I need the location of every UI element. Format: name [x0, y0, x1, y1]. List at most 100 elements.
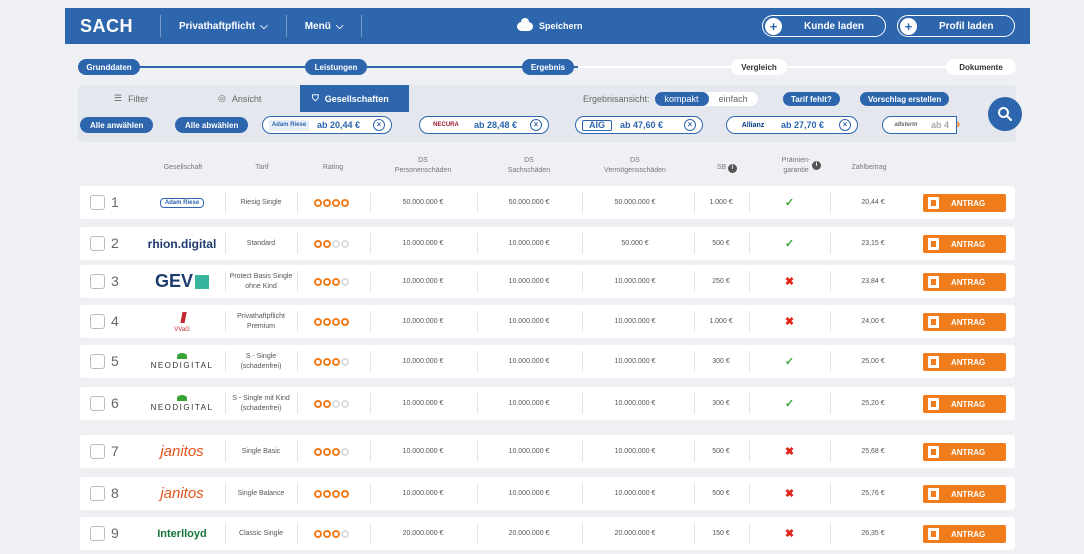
view-einfach[interactable]: einfach	[709, 92, 758, 106]
info-icon[interactable]: i	[812, 161, 821, 170]
zahlbeitrag-value: 25,68 €	[861, 447, 885, 455]
chevron-right-icon[interactable]: ›	[956, 116, 960, 131]
main-menu[interactable]: Menü ⌵	[287, 15, 363, 37]
insurer-logo: NEODIGITAL	[142, 387, 222, 420]
load-customer-button[interactable]: + Kunde laden	[762, 15, 886, 37]
sachschaeden-value: 10.000.000 €	[508, 489, 550, 497]
row-checkbox[interactable]	[90, 396, 105, 411]
row-checkbox[interactable]	[90, 314, 105, 329]
antrag-button[interactable]: ANTRAG	[923, 485, 1006, 503]
personenschaeden-value: 50.000.000 €	[402, 198, 444, 206]
antrag-button[interactable]: ANTRAG	[923, 353, 1006, 371]
shield-icon: ⛉	[312, 93, 319, 103]
personenschaeden-value: 20.000.000 €	[402, 529, 444, 537]
row-number: 1	[111, 194, 119, 210]
star-icon	[313, 357, 322, 366]
result-view-label: Ergebnisansicht:	[583, 94, 650, 104]
col-ds-label: DS	[418, 157, 428, 164]
table-row: 9 Interlloyd Classic Single 20.000.000 €…	[80, 517, 1015, 550]
vermoegensschaeden-value: 20.000.000 €	[614, 529, 656, 537]
insurer-chip[interactable]: AIG ab 47,60 € ×	[575, 116, 703, 134]
step-dokumente[interactable]: Dokumente	[946, 59, 1016, 75]
row-checkbox[interactable]	[90, 354, 105, 369]
insurer-chip[interactable]: Allianz ab 27,70 € ×	[726, 116, 858, 134]
row-checkbox[interactable]	[90, 486, 105, 501]
antrag-button[interactable]: ANTRAG	[923, 235, 1006, 253]
insurer-chip-price: ab 28,48 €	[474, 120, 518, 130]
row-number: 7	[111, 443, 119, 459]
star-icon	[322, 529, 331, 538]
antrag-label: ANTRAG	[951, 239, 986, 249]
app-logo[interactable]: SACH	[80, 16, 160, 37]
antrag-button[interactable]: ANTRAG	[923, 443, 1006, 461]
insurer-logo-text: janitos	[160, 485, 204, 502]
tab-gesellschaften[interactable]: ⛉ Gesellschaften	[300, 85, 409, 112]
row-checkbox[interactable]	[90, 195, 105, 210]
antrag-button[interactable]: ANTRAG	[923, 395, 1006, 413]
close-icon[interactable]: ×	[373, 119, 385, 131]
vermoegensschaeden-value: 10.000.000 €	[614, 357, 656, 365]
col-personenschaeden-label: Personenschäden	[394, 167, 452, 174]
rating	[300, 305, 362, 338]
insurer-chip[interactable]: NECURA ab 28,48 € ×	[419, 116, 549, 134]
antrag-label: ANTRAG	[951, 317, 986, 327]
top-bar: SACH Privathaftpflicht ⌵ Menü ⌵ Speichern …	[65, 8, 1030, 44]
tab-filter-label: Filter	[128, 93, 149, 104]
step-leistungen[interactable]: Leistungen	[305, 59, 367, 75]
sb-value: 500 €	[712, 489, 730, 497]
pdf-icon	[928, 197, 939, 209]
step-vergleich[interactable]: Vergleich	[731, 59, 787, 75]
close-icon[interactable]: ×	[684, 119, 696, 131]
row-checkbox[interactable]	[90, 236, 105, 251]
personenschaeden-value: 10.000.000 €	[402, 489, 444, 497]
info-icon[interactable]: i	[728, 164, 738, 173]
antrag-button[interactable]: ANTRAG	[923, 273, 1006, 291]
insurer-chip[interactable]: Adam Riese ab 20,44 € ×	[262, 116, 392, 134]
garantie-value: ✓	[752, 186, 827, 219]
step-grunddaten[interactable]: Grunddaten	[78, 59, 140, 75]
antrag-button[interactable]: ANTRAG	[923, 525, 1006, 543]
antrag-button[interactable]: ANTRAG	[923, 313, 1006, 331]
select-all-button[interactable]: Alle anwählen	[80, 117, 154, 133]
save-button[interactable]: Speichern	[517, 17, 583, 31]
row-number: 3	[111, 273, 119, 289]
deselect-all-button[interactable]: Alle abwählen	[175, 117, 249, 133]
insurer-chip-price: ab 27,70 €	[781, 120, 825, 130]
sb-value: 500 €	[712, 239, 730, 247]
row-checkbox[interactable]	[90, 526, 105, 541]
insurer-chip-logo: AIG	[582, 119, 612, 131]
star-icon	[340, 447, 349, 456]
zahlbeitrag-value: 23,84 €	[861, 277, 885, 285]
tab-ansicht[interactable]: ◎ Ansicht	[218, 85, 261, 112]
create-proposal-button[interactable]: Vorschlag erstellen	[860, 92, 950, 106]
garantie-value: ✓	[752, 345, 827, 378]
star-icon	[322, 357, 331, 366]
star-icon	[322, 447, 331, 456]
sb-value: 1.000 €	[709, 198, 733, 206]
row-number: 6	[111, 395, 119, 411]
close-icon[interactable]: ×	[839, 119, 851, 131]
insurer-logo-text: Adam Riese	[164, 199, 200, 206]
row-checkbox[interactable]	[90, 444, 105, 459]
view-kompakt[interactable]: kompakt	[654, 92, 709, 106]
product-menu[interactable]: Privathaftpflicht ⌵	[160, 15, 287, 37]
step-ergebnis[interactable]: Ergebnis	[522, 59, 574, 75]
search-button[interactable]	[988, 97, 1022, 131]
sb-value: 300 €	[712, 357, 730, 365]
load-profile-button[interactable]: + Profil laden	[897, 15, 1015, 37]
tab-gesellschaften-label: Gesellschaften	[324, 93, 389, 104]
rating	[300, 387, 362, 420]
tab-filter[interactable]: ☰ Filter	[114, 85, 148, 112]
insurer-chip[interactable]: allsterm ab 4	[882, 116, 957, 134]
tarif-name: Riesig Single	[240, 198, 282, 206]
insurer-logo: Adam Riese	[142, 186, 222, 219]
tarif-name: Standard	[246, 239, 276, 247]
personenschaeden-value: 10.000.000 €	[402, 399, 444, 407]
antrag-button[interactable]: ANTRAG	[923, 194, 1006, 212]
close-icon[interactable]: ×	[530, 119, 542, 131]
cross-icon: ✖	[784, 527, 795, 540]
missing-tariff-button[interactable]: Tarif fehlt?	[783, 92, 840, 106]
antrag-label: ANTRAG	[951, 357, 986, 367]
sachschaeden-value: 10.000.000 €	[508, 447, 550, 455]
row-checkbox[interactable]	[90, 274, 105, 289]
